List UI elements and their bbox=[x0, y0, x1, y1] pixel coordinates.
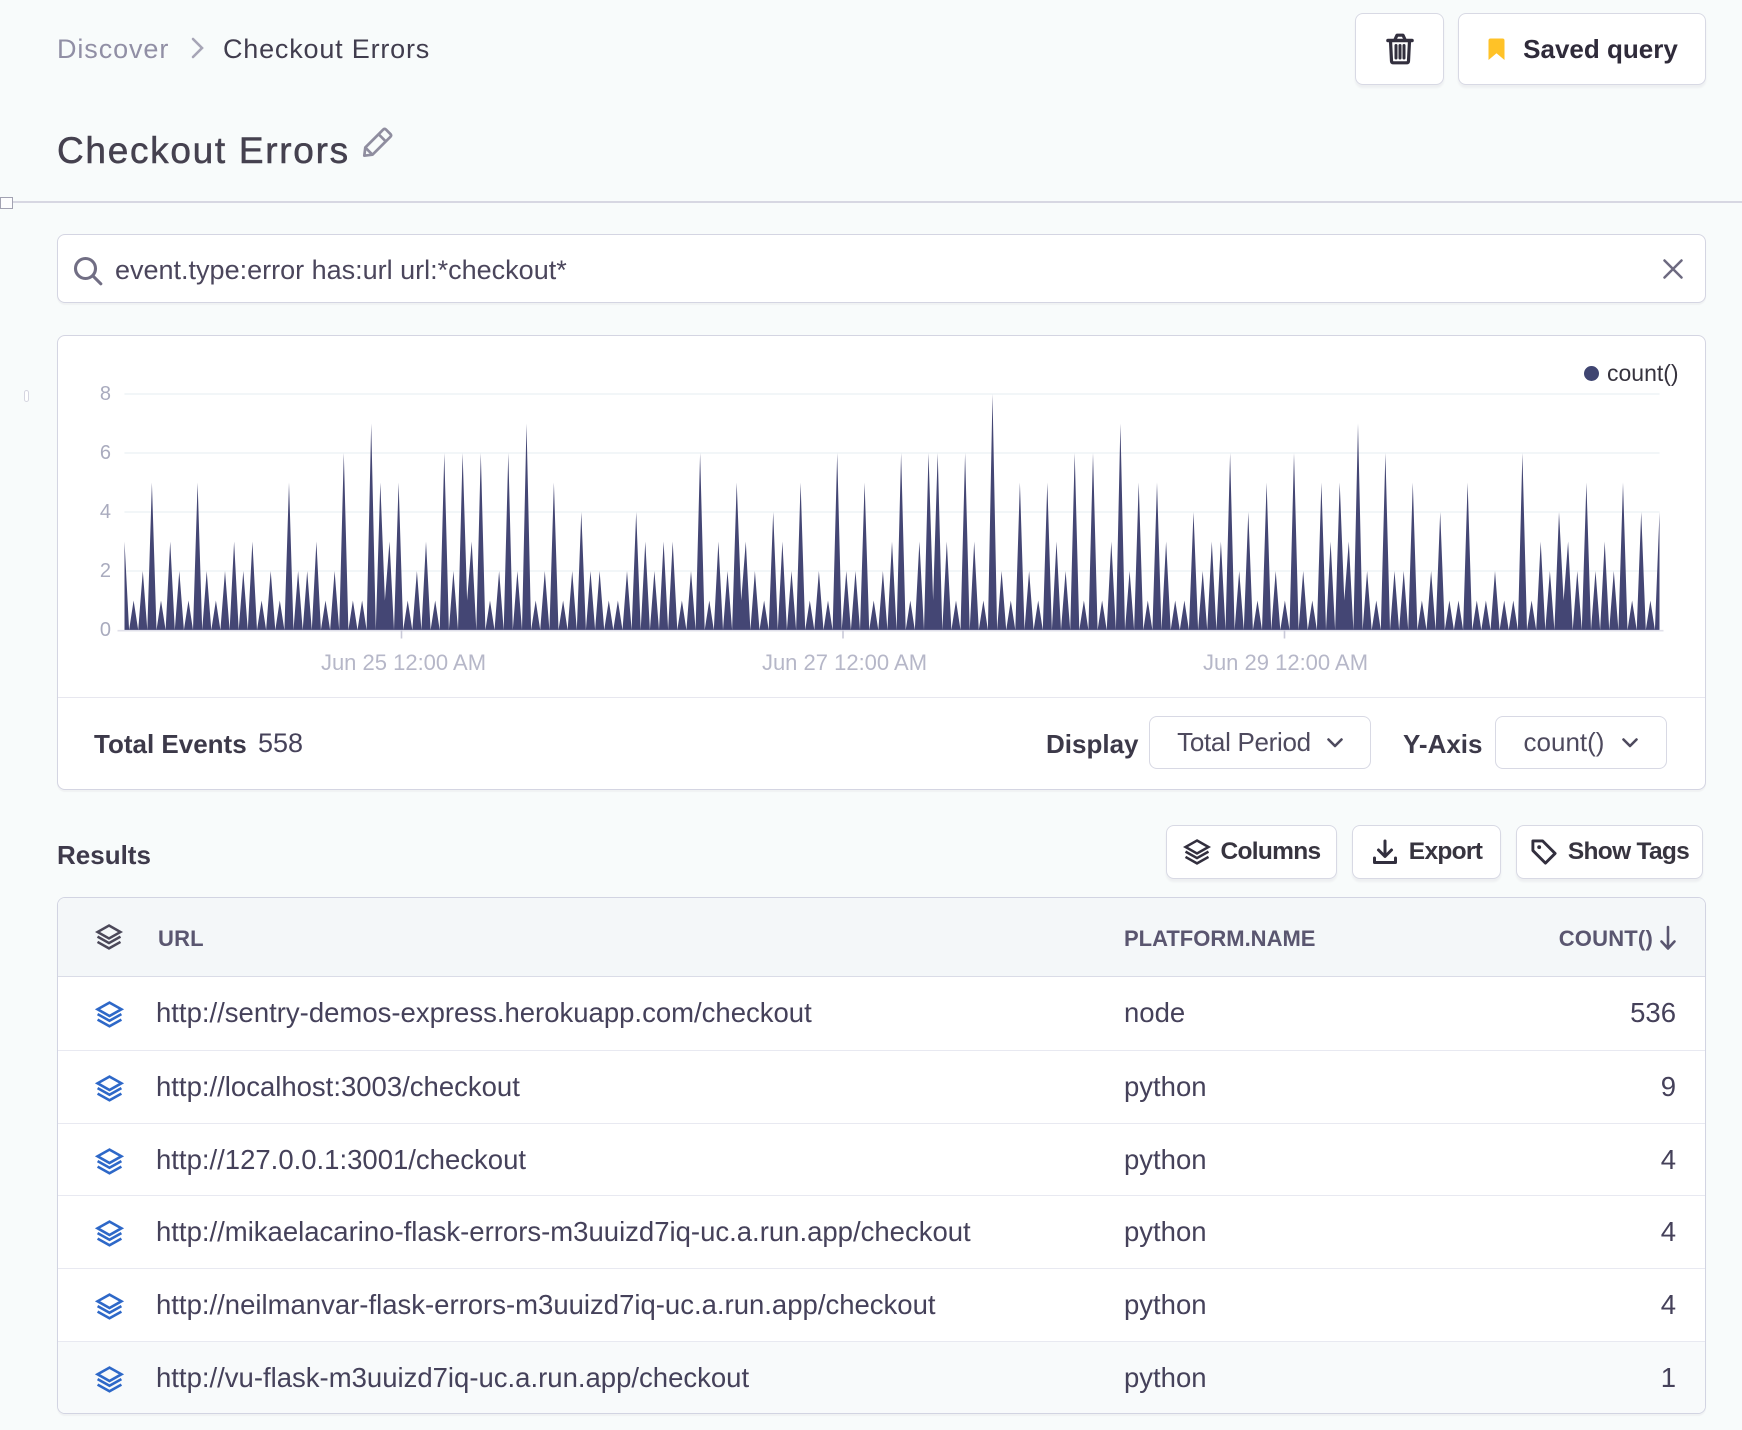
svg-text:4: 4 bbox=[100, 501, 111, 523]
svg-text:0: 0 bbox=[100, 619, 111, 641]
svg-text:8: 8 bbox=[100, 383, 111, 405]
svg-text:6: 6 bbox=[100, 442, 111, 464]
svg-text:2: 2 bbox=[100, 560, 111, 582]
